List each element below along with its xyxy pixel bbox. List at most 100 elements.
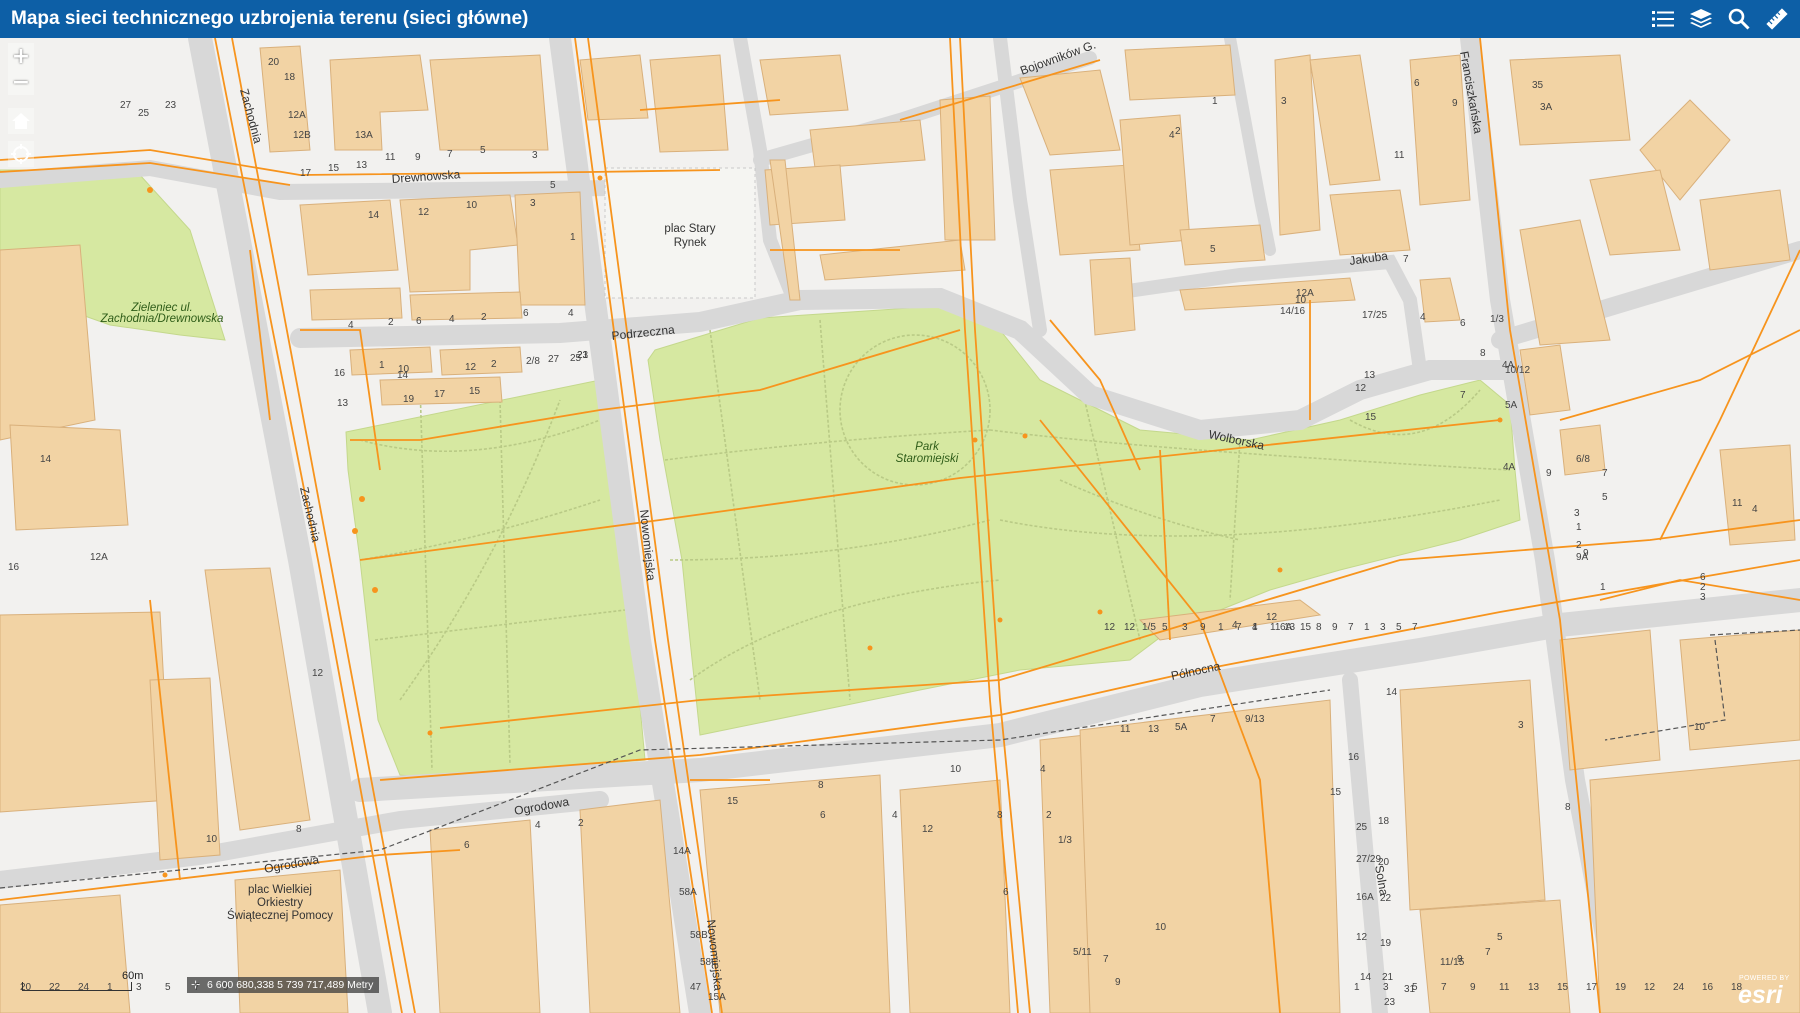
house-number: 7	[1602, 468, 1608, 479]
house-number: 9	[1583, 548, 1589, 559]
zoom-in-button[interactable]: +	[8, 43, 34, 69]
esri-logo: POWERED BY esri	[1736, 972, 1794, 1009]
house-number: 20	[268, 57, 280, 68]
house-number: 4	[1420, 312, 1426, 323]
house-number: 3	[530, 198, 536, 209]
label-plac-stary-1: plac Stary	[664, 223, 715, 235]
layers-icon[interactable]	[1686, 5, 1716, 33]
home-button[interactable]	[8, 108, 34, 134]
house-number: 7	[1403, 254, 1409, 265]
house-number: 13	[337, 398, 349, 409]
house-number: 35	[1532, 80, 1544, 91]
house-number: 9	[1452, 98, 1458, 109]
house-number: 8	[1316, 622, 1322, 633]
house-number: 18	[284, 72, 296, 83]
house-number: 5	[1602, 492, 1608, 503]
house-number: 5A	[1505, 400, 1518, 411]
house-number: 6/8	[1576, 454, 1590, 465]
house-number: 12	[465, 362, 477, 373]
house-number: 1	[1354, 982, 1360, 993]
house-number: 7	[1485, 947, 1491, 958]
house-number: 15	[727, 796, 739, 807]
house-number: 6	[820, 810, 826, 821]
house-number: 7	[1460, 390, 1466, 401]
locate-button[interactable]	[8, 141, 34, 167]
house-number: 6	[464, 840, 470, 851]
house-number: 4	[449, 314, 455, 325]
house-number: 58C	[700, 957, 718, 968]
house-number: 3	[1700, 592, 1706, 603]
zoom-out-button[interactable]: −	[8, 69, 34, 95]
house-number: 4A	[1503, 462, 1516, 473]
house-number: 24	[1673, 982, 1685, 993]
house-number: 7	[447, 149, 453, 160]
house-number: 25	[1356, 822, 1368, 833]
house-number: 58A	[679, 887, 697, 898]
house-number: 2/8	[526, 356, 540, 367]
house-number: 11	[1120, 724, 1131, 735]
house-number: 8	[1480, 348, 1486, 359]
house-number: 15	[469, 386, 481, 397]
house-number: 2	[1046, 810, 1052, 821]
house-number: 1/3	[1490, 314, 1504, 325]
house-number: 5A	[1175, 722, 1188, 733]
label-plac-wosp-2: Orkiestry	[257, 897, 303, 909]
house-number: 3	[136, 982, 142, 993]
house-number: 11	[1394, 150, 1405, 161]
house-number: 3	[532, 150, 538, 161]
house-number: 22	[1380, 893, 1392, 904]
house-number: 1	[1252, 622, 1258, 633]
house-number: 9	[1115, 977, 1121, 988]
house-number: 12B	[293, 130, 311, 141]
house-number: 2	[1700, 582, 1706, 593]
map-view[interactable]: Drewnowska Zachodnia Zachodnia Podrzeczn…	[0, 38, 1800, 1013]
list-icon[interactable]	[1648, 5, 1678, 33]
house-number: 13	[1528, 982, 1540, 993]
house-number: 18	[1378, 816, 1390, 827]
house-number: 1/3	[1058, 835, 1072, 846]
house-number: 3	[1518, 720, 1524, 731]
house-number: 9	[1470, 982, 1476, 993]
house-number: 1	[379, 360, 385, 371]
house-number: 10	[206, 834, 218, 845]
house-number: 17	[300, 168, 312, 179]
scale-label: 60m	[122, 970, 144, 982]
house-number: 12	[1644, 982, 1656, 993]
house-number: 7	[1210, 714, 1216, 725]
house-number: 3	[1281, 96, 1287, 107]
house-number: 12	[1356, 932, 1368, 943]
house-number: 2	[1175, 126, 1181, 137]
house-number: 10	[1295, 295, 1307, 306]
house-number: 27	[548, 354, 560, 365]
house-number: 12	[1124, 622, 1136, 633]
house-number: 21	[577, 350, 589, 361]
house-number: 2	[491, 359, 497, 370]
house-number: 3A	[1540, 102, 1553, 113]
house-number: 9	[1457, 954, 1463, 965]
search-icon[interactable]	[1724, 5, 1754, 33]
label-park-1: Park	[915, 441, 940, 453]
ruler-icon[interactable]	[1762, 5, 1792, 33]
crosshair-icon[interactable]: ⊹	[191, 977, 200, 993]
house-number: 16	[1702, 982, 1714, 993]
house-number: 17/25	[1362, 310, 1387, 321]
house-number: 12	[1104, 622, 1116, 633]
house-number: 11	[1270, 622, 1281, 633]
house-number: 9	[1332, 622, 1338, 633]
house-number: 4	[535, 820, 541, 831]
house-number: 8	[296, 824, 302, 835]
house-number: 3	[1380, 622, 1386, 633]
house-number: 10	[1155, 922, 1167, 933]
house-number: 14	[40, 454, 52, 465]
house-number: 12A	[90, 552, 108, 563]
house-number: 15	[1300, 622, 1312, 633]
house-number: 14	[1360, 972, 1372, 983]
house-number: 5	[1497, 932, 1503, 943]
house-number: 9	[415, 152, 421, 163]
house-number: 11	[1732, 498, 1743, 509]
house-number: 16	[334, 368, 346, 379]
house-number: 15	[1365, 412, 1377, 423]
house-number: 2	[388, 317, 394, 328]
house-number: 23	[165, 100, 177, 111]
house-number: 10	[466, 200, 478, 211]
